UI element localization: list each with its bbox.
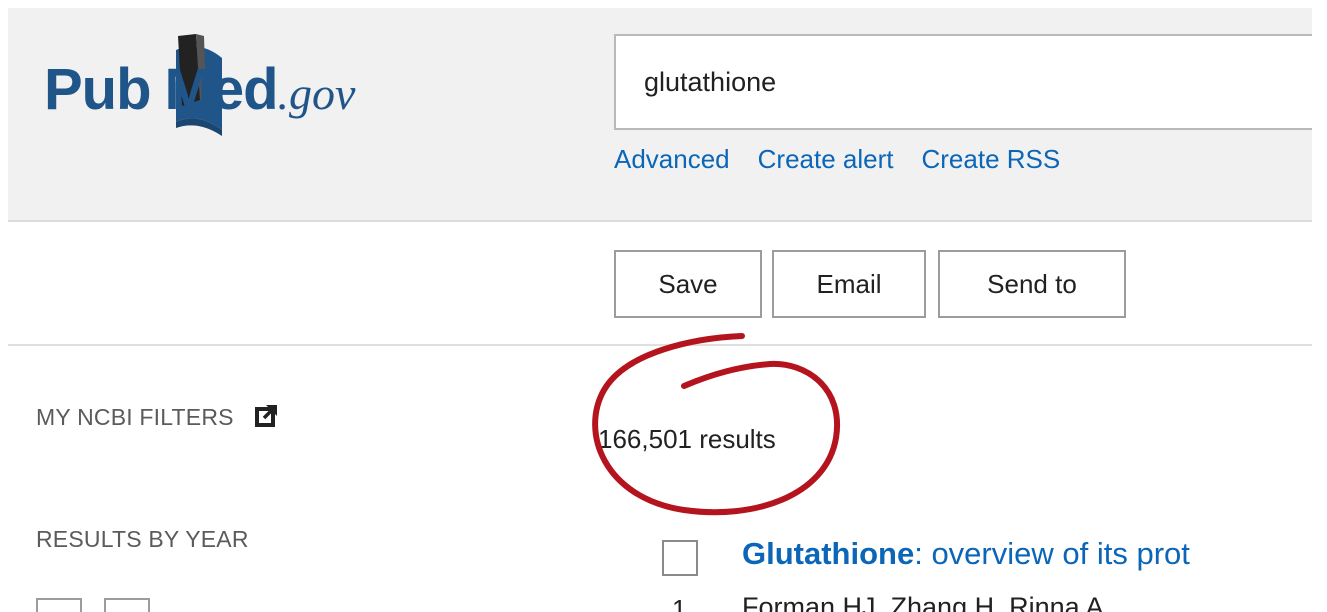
email-button[interactable]: Email xyxy=(772,250,926,318)
year-chart-toggle-button[interactable] xyxy=(36,598,82,612)
result-title-highlight: Glutathione xyxy=(742,536,915,571)
logo-pub-text: Pub xyxy=(44,57,152,122)
logo-wordmark: Pub Med.gov xyxy=(44,56,355,123)
result-title-link[interactable]: Glutathione: overview of its prot xyxy=(742,536,1190,572)
logo-med-text: Med xyxy=(164,57,279,122)
external-link-icon[interactable] xyxy=(254,404,278,428)
search-box[interactable] xyxy=(614,34,1312,130)
pubmed-logo[interactable]: Pub Med.gov xyxy=(44,30,464,150)
my-ncbi-filters-label: MY NCBI FILTERS xyxy=(36,404,234,430)
logo-gov-text: .gov xyxy=(277,68,356,119)
save-button[interactable]: Save xyxy=(614,250,762,318)
results-count: 166,501 results xyxy=(598,424,776,454)
advanced-link[interactable]: Advanced xyxy=(614,144,730,174)
my-ncbi-filters-heading: MY NCBI FILTERS xyxy=(36,404,278,431)
results-by-year-heading: RESULTS BY YEAR xyxy=(36,526,249,552)
send-to-button[interactable]: Send to xyxy=(938,250,1126,318)
year-chart-download-button[interactable] xyxy=(104,598,150,612)
pubmed-search-page: PubMed.gov Advanced Create alert Create RS… xyxy=(0,0,1327,612)
result-title-rest: : overview of its prot xyxy=(914,536,1190,571)
create-alert-link[interactable]: Create alert xyxy=(758,144,894,174)
result-number: 1 xyxy=(672,594,687,612)
search-links: Advanced Create alert Create RSS xyxy=(614,144,1088,175)
header: PubMed.gov Advanced Create alert Create RS… xyxy=(8,8,1312,222)
result-checkbox[interactable] xyxy=(662,540,698,576)
result-authors: Forman HJ, Zhang H, Rinna A. xyxy=(742,592,1112,612)
create-rss-link[interactable]: Create RSS xyxy=(922,144,1061,174)
search-input[interactable] xyxy=(644,60,1284,104)
section-divider xyxy=(8,344,1312,346)
